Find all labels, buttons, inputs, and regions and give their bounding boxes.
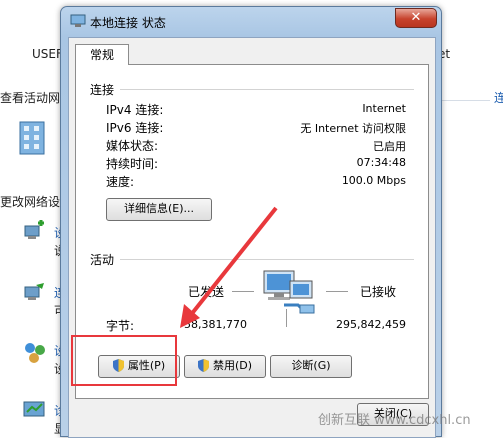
watermark-text: 创新互联 www.cdcxhl.cn [318, 413, 471, 428]
annotation-arrow-icon [180, 206, 278, 328]
tab-general[interactable]: 常规 [75, 44, 129, 65]
